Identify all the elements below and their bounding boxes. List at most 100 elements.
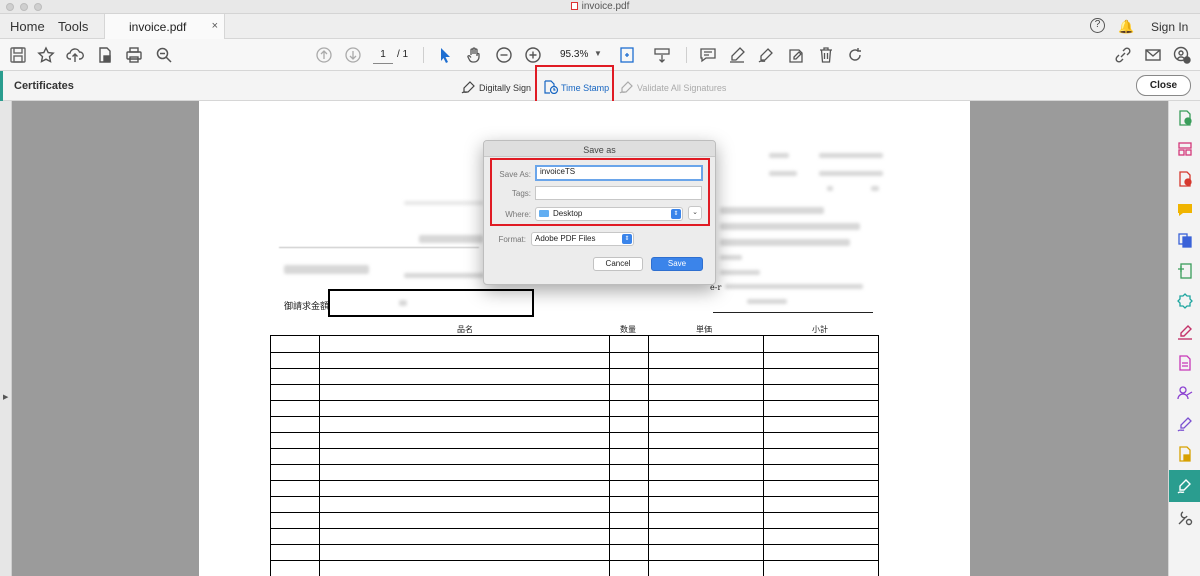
blurred-text: [419, 235, 483, 243]
sign-in-link[interactable]: Sign In: [1151, 20, 1188, 34]
cancel-button[interactable]: Cancel: [593, 257, 643, 271]
blurred-text: [769, 153, 789, 158]
blurred-text: [769, 171, 797, 176]
table-column-divider: [319, 336, 320, 576]
blurred-text: [725, 284, 863, 289]
home-link[interactable]: Home: [10, 19, 45, 34]
previous-page-icon[interactable]: [315, 46, 333, 64]
pen-sign-icon: [461, 80, 477, 94]
app-tab-bar: Home Tools invoice.pdf × ? 🔔 Sign In: [0, 14, 1200, 40]
page-number-input[interactable]: 1: [373, 48, 393, 64]
add-user-icon[interactable]: [1173, 46, 1191, 64]
format-select[interactable]: Adobe PDF Files ⇕: [531, 232, 634, 246]
table-row-divider: [271, 352, 878, 353]
certificates-tool-icon[interactable]: [1177, 478, 1193, 494]
print-icon[interactable]: [125, 46, 143, 64]
search-icon[interactable]: [155, 46, 173, 64]
tools-link[interactable]: Tools: [58, 19, 88, 34]
blurred-text: [827, 186, 833, 191]
export-pdf-icon[interactable]: [1177, 110, 1193, 126]
digitally-sign-label: Digitally Sign: [479, 83, 532, 93]
fill-sign-icon[interactable]: [1177, 324, 1193, 340]
validate-all-signatures-button[interactable]: Validate All Signatures: [619, 80, 726, 94]
upload-cloud-icon[interactable]: [66, 46, 84, 64]
comment-icon[interactable]: [699, 46, 717, 64]
blurred-title-underline: [279, 247, 479, 248]
prepare-form-icon[interactable]: [1177, 355, 1193, 371]
signature-line: [713, 312, 873, 313]
bookmark-star-icon[interactable]: [37, 46, 55, 64]
blurred-text: [871, 186, 879, 191]
highlight-pen-icon[interactable]: [728, 46, 746, 64]
help-icon[interactable]: ?: [1090, 18, 1105, 33]
zoom-in-icon[interactable]: [524, 46, 542, 64]
request-signature-icon[interactable]: [1177, 416, 1193, 432]
blurred-text: [720, 207, 824, 214]
document-lock-icon[interactable]: [96, 46, 114, 64]
protect-icon[interactable]: [1177, 446, 1193, 462]
table-row-divider: [271, 448, 878, 449]
invoice-table: [270, 335, 879, 576]
next-page-icon[interactable]: [344, 46, 362, 64]
select-cursor-icon[interactable]: [436, 46, 454, 64]
column-header-unit-price: 単価: [696, 325, 712, 334]
amount-label: 御請求金額: [284, 302, 330, 312]
blurred-text: [720, 239, 850, 246]
certificates-title: Certificates: [14, 80, 74, 92]
zoom-out-icon[interactable]: [495, 46, 513, 64]
email-icon[interactable]: [1144, 46, 1162, 64]
toolbar-divider: [423, 47, 424, 63]
window-title: invoice.pdf: [581, 1, 630, 12]
organize-pages-icon[interactable]: [1177, 141, 1193, 157]
certificates-accent: [0, 71, 3, 101]
blurred-text: [720, 270, 760, 275]
blurred-text: [720, 255, 742, 260]
zoom-dropdown-icon[interactable]: ▼: [594, 49, 602, 58]
close-certificates-button[interactable]: Close: [1136, 75, 1191, 96]
comment-tool-icon[interactable]: [1177, 202, 1193, 218]
blurred-text: [404, 201, 484, 205]
digitally-sign-button[interactable]: Digitally Sign: [461, 80, 531, 94]
hand-tool-icon[interactable]: [465, 46, 483, 64]
more-tools-icon[interactable]: [1177, 510, 1193, 526]
notifications-bell-icon[interactable]: 🔔: [1118, 19, 1134, 35]
fit-page-icon[interactable]: [619, 46, 637, 64]
save-fields-highlight: [490, 158, 710, 226]
format-value: Adobe PDF Files: [535, 234, 596, 243]
blurred-text: [404, 273, 484, 278]
table-row-divider: [271, 512, 878, 513]
send-for-signature-icon[interactable]: [1177, 385, 1193, 401]
link-share-icon[interactable]: [1114, 46, 1132, 64]
create-pdf-icon[interactable]: [1177, 171, 1193, 187]
save-icon[interactable]: [9, 46, 27, 64]
save-button[interactable]: Save: [651, 257, 703, 271]
compare-files-icon[interactable]: [1177, 293, 1193, 309]
close-tab-icon[interactable]: ×: [212, 20, 218, 32]
edit-pdf-icon[interactable]: [1177, 263, 1193, 279]
stamp-edit-icon[interactable]: [787, 46, 805, 64]
document-tab[interactable]: invoice.pdf ×: [104, 14, 225, 40]
rotate-icon[interactable]: [846, 46, 864, 64]
delete-trash-icon[interactable]: [817, 46, 835, 64]
scroll-mode-icon[interactable]: [653, 46, 671, 64]
table-row-divider: [271, 416, 878, 417]
amount-box: [328, 289, 534, 317]
zoom-level[interactable]: 95.3%: [560, 49, 588, 60]
column-header-item: 品名: [457, 325, 473, 334]
window-titlebar: invoice.pdf: [0, 0, 1200, 14]
document-tab-label: invoice.pdf: [129, 20, 187, 34]
table-row-divider: [271, 528, 878, 529]
table-row-divider: [271, 464, 878, 465]
combine-files-icon[interactable]: [1177, 232, 1193, 248]
left-panel-toggle[interactable]: ▶: [0, 101, 12, 576]
expand-left-panel-icon[interactable]: ▶: [3, 393, 8, 401]
table-row-divider: [271, 384, 878, 385]
table-column-divider: [763, 336, 764, 576]
column-header-subtotal: 小計: [812, 325, 828, 334]
blurred-text: [284, 265, 369, 274]
sign-pen-icon[interactable]: [757, 46, 775, 64]
table-row-divider: [271, 400, 878, 401]
page-total: / 1: [397, 49, 409, 60]
table-row-divider: [271, 560, 878, 561]
validate-all-label: Validate All Signatures: [637, 83, 727, 93]
